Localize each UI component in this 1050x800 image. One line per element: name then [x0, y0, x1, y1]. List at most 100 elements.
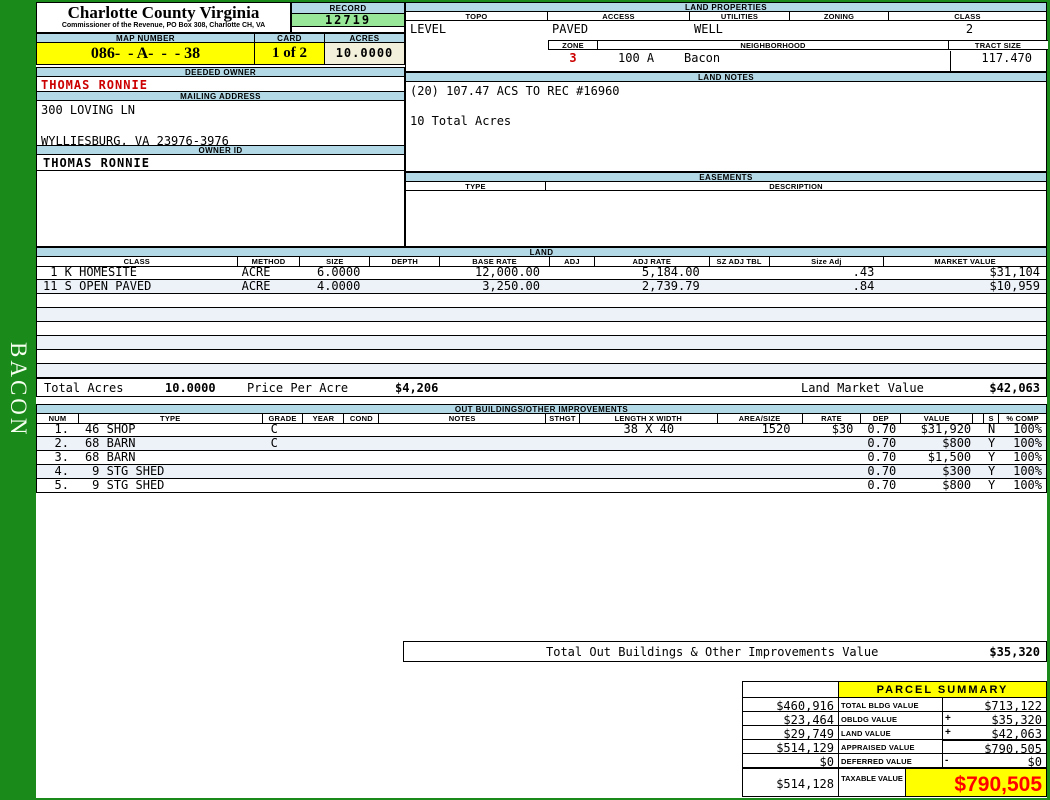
ob-dep-cell: 0.70: [867, 479, 897, 492]
ob-area-size-header: AREA/SIZE: [718, 414, 803, 423]
ob-num-cell: 4.: [54, 465, 69, 478]
ob-value-cell: $800: [942, 479, 972, 492]
ob-year-header: YEAR: [303, 414, 345, 423]
out-building-row-4: 4. 9 STG SHED 0.70 $300 Y 100%: [36, 465, 1047, 479]
land-market-value-cell: $31,104: [989, 266, 1041, 279]
ps-right-value: - $0: [942, 753, 1047, 769]
ob-grade-header: GRADE: [263, 414, 304, 423]
land-depth-header: DEPTH: [370, 257, 441, 266]
ob-cond-cell: [344, 451, 379, 464]
ob-grade-cell: C: [270, 423, 278, 436]
ob-grade-cell: C: [270, 437, 278, 450]
ps-title-left-blank: [742, 681, 839, 698]
out-buildings-total-label: Total Out Buildings & Other Improvements…: [546, 645, 879, 659]
land-notes-box: (20) 107.47 ACS TO REC #16960 10 Total A…: [405, 81, 1047, 172]
ob-type-cell: 68 BARN: [84, 451, 136, 464]
ob-pct-comp-cell: 100%: [1013, 479, 1043, 492]
land-base-rate-cell: 3,250.00: [482, 280, 540, 293]
address-line1: 300 LOVING LN: [41, 103, 135, 117]
land-adj-cell: [550, 266, 595, 279]
ob-year-cell: [304, 479, 345, 492]
ps-left-value: $460,916: [742, 697, 839, 713]
land-base-rate-header: BASE RATE: [440, 257, 550, 266]
land-row-1: 1 K HOMESITE ACRE 6.0000 12,000.00 5,184…: [36, 266, 1047, 280]
ob-pct-comp-cell: 100%: [1013, 465, 1043, 478]
land-sz-adj-tbl-header: SZ ADJ TBL: [710, 257, 770, 266]
easement-description-header: DESCRIPTION: [769, 181, 823, 191]
topo-value: LEVEL: [410, 22, 447, 36]
utilities-header: UTILITIES: [690, 12, 790, 21]
land-adj-rate-cell: 5,184.00: [641, 266, 700, 279]
ob-blank-cell: [973, 479, 984, 492]
land-empty-row: [36, 336, 1047, 350]
land-empty-row: [36, 294, 1047, 308]
ob-type-cell: 9 STG SHED: [84, 465, 165, 478]
ob-value-cell: $800: [942, 437, 972, 450]
card-content: Charlotte County Virginia Commissioner o…: [36, 2, 1048, 798]
ob-year-cell: [304, 423, 345, 436]
ob-dep-cell: 0.70: [867, 465, 897, 478]
land-empty-row: [36, 322, 1047, 336]
ps-label: LAND VALUE: [838, 725, 943, 740]
ps-left-value: $514,129: [742, 739, 839, 755]
ob-year-cell: [304, 465, 345, 478]
parcel-summary-title: PARCEL SUMMARY: [838, 681, 1047, 698]
ob-area-size-cell: [718, 465, 803, 478]
land-adj-rate-cell: 2,739.79: [641, 280, 700, 293]
ob-dep-header: DEP: [861, 414, 902, 423]
ob-rate-cell: $30: [831, 423, 854, 436]
ob-grade-cell: [263, 479, 304, 492]
ob-pct-comp-cell: 100%: [1013, 451, 1043, 464]
out-building-row-5: 5. 9 STG SHED 0.70 $800 Y 100%: [36, 479, 1047, 493]
ob-type-cell: 9 STG SHED: [84, 479, 165, 492]
ob-value-cell: $300: [942, 465, 972, 478]
ob-s-cell: Y: [988, 437, 996, 450]
ob-sthgt-cell: [546, 451, 580, 464]
ob-s-cell: Y: [988, 451, 996, 464]
ps-right-value: + $35,320: [942, 711, 1047, 727]
land-method-cell: ACRE: [241, 266, 271, 279]
land-size-cell: 4.0000: [316, 280, 361, 293]
land-sz-adj-tbl-cell: [710, 280, 770, 293]
total-acres-value: 10.0000: [165, 381, 216, 395]
zone-header: ZONE: [549, 41, 598, 50]
ob-rate-cell: [802, 465, 861, 478]
county-subtitle: Commissioner of the Revenue, PO Box 308,…: [61, 22, 266, 29]
ob-pct-comp-cell: 100%: [1013, 437, 1043, 450]
land-class-cell: 1 K HOMESITE: [43, 266, 137, 279]
ob-cond-cell: [344, 437, 379, 450]
ob-type-header: TYPE: [79, 414, 263, 423]
land-class-header: CLASS: [37, 257, 238, 266]
ob-area-size-cell: [718, 437, 803, 450]
ob-s-cell: N: [988, 423, 996, 436]
address-line2: WYLLIESBURG, VA 23976-3976: [41, 134, 229, 148]
land-market-value-header: MARKET VALUE: [934, 257, 996, 266]
land-base-rate-cell: 12,000.00: [474, 266, 540, 279]
land-size-cell: 6.0000: [316, 266, 361, 279]
price-per-acre-value: $4,206: [395, 381, 439, 395]
deeded-owner-value: THOMAS RONNIE: [36, 76, 405, 92]
neighborhood-header: NEIGHBORHOOD: [598, 41, 949, 50]
ob-rate-header: RATE: [803, 414, 862, 423]
zoning-header: ZONING: [790, 12, 889, 21]
land-depth-cell: [370, 266, 440, 279]
ps-taxable-left-value: $514,128: [742, 767, 839, 797]
land-adj-header: ADJ: [550, 257, 595, 266]
topo-header: TOPO: [406, 12, 548, 21]
out-buildings-total-row: Total Out Buildings & Other Improvements…: [403, 641, 1047, 662]
ps-op-sign: +: [945, 727, 951, 738]
ob-value-header: VALUE: [901, 414, 974, 423]
land-properties-values: LEVEL PAVED WELL 2: [405, 20, 1047, 40]
ob-cond-cell: [344, 479, 379, 492]
ob-notes-cell: [379, 437, 546, 450]
land-size-header: SIZE: [300, 257, 371, 266]
ob-cond-header: COND: [344, 414, 380, 423]
ob-year-cell: [304, 437, 345, 450]
ps-label: TOTAL BLDG VALUE: [838, 697, 943, 712]
ob-rate-cell: [802, 479, 861, 492]
utilities-value: WELL: [694, 22, 723, 36]
ob-value-cell: $31,920: [920, 423, 972, 436]
land-totals-row: Total Acres 10.0000 Price Per Acre $4,20…: [36, 378, 1047, 397]
neighborhood-code: 100 A: [618, 51, 655, 65]
zone-subheader-row: ZONE NEIGHBORHOOD TRACT SIZE: [548, 40, 1048, 50]
